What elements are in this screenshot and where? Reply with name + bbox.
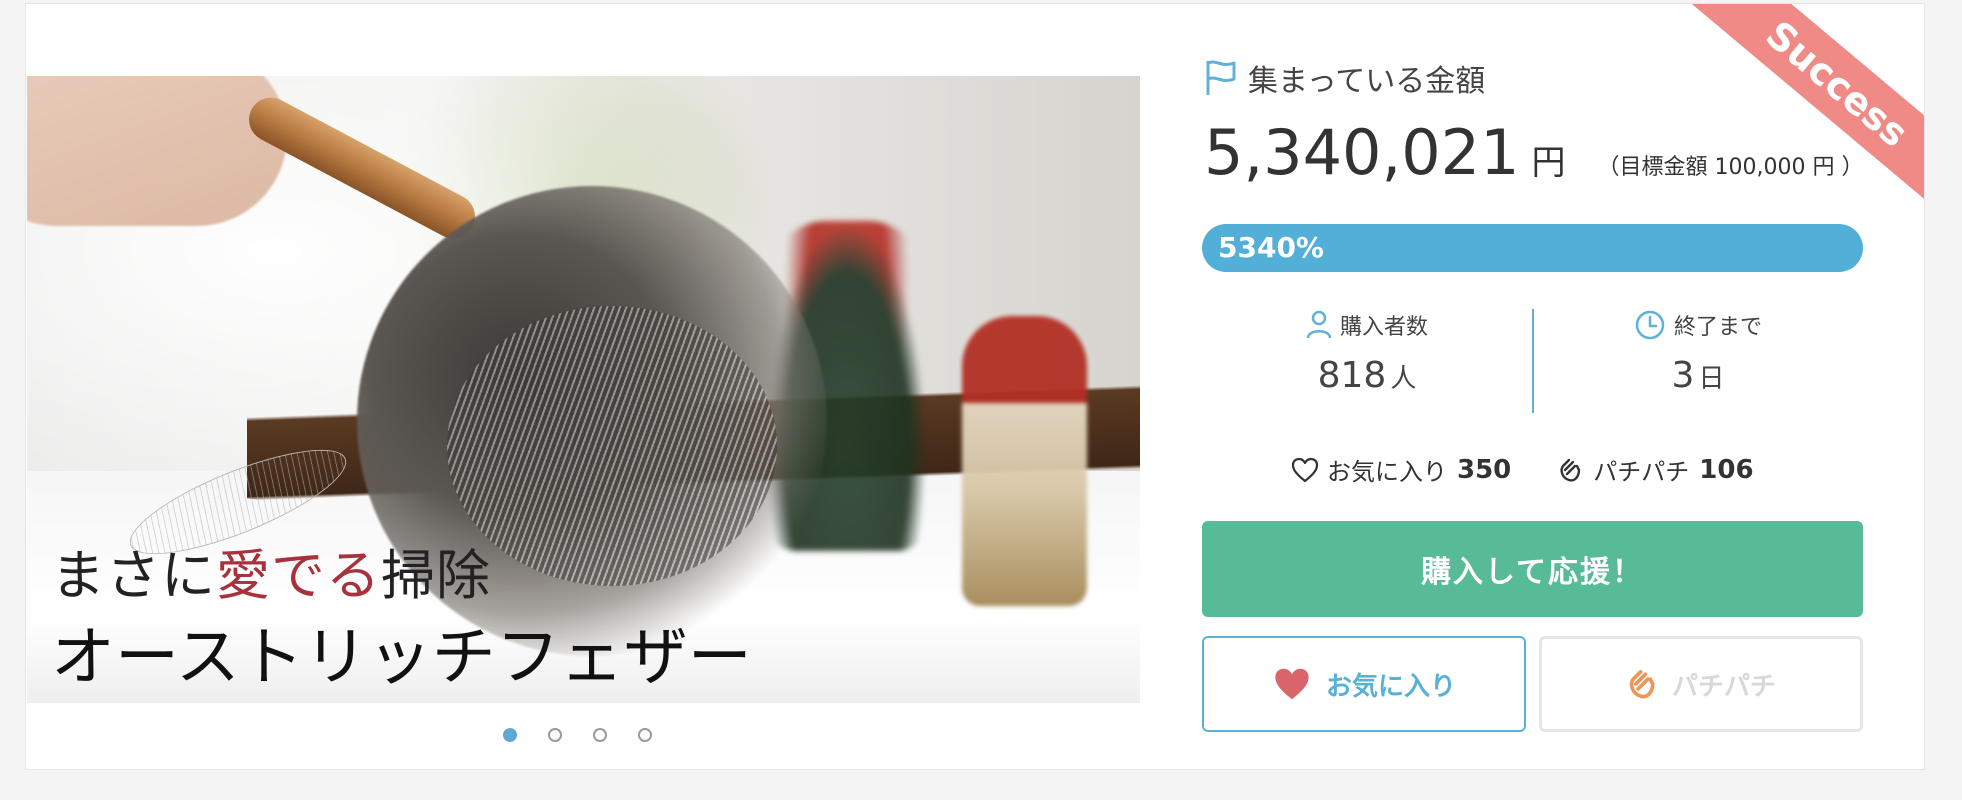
buyers-unit: 人 [1390, 364, 1417, 394]
buyers-value: 818 [1317, 355, 1387, 396]
flag-icon [1206, 60, 1236, 95]
claps-count: パチパチ 106 [1557, 452, 1754, 487]
reaction-counts: お気に入り 350 パチパチ 106 [1291, 452, 1800, 487]
carousel-dot-2[interactable] [548, 728, 562, 742]
stats-panel: 購入者数 818 人 終了まで 3日 [1202, 309, 1863, 417]
person-icon [1306, 310, 1332, 339]
heart-icon [1275, 668, 1309, 700]
hero-caption-line1: まさに愛でる掃除 [51, 544, 491, 607]
funding-amount-row: 5,340,021 円 （目標金額 100,000 円 ） [1204, 116, 1864, 189]
remaining-label: 終了まで [1673, 315, 1762, 340]
heart-outline-icon [1291, 457, 1319, 482]
currency-unit: 円 [1531, 143, 1566, 183]
funding-amount: 5,340,021 [1204, 116, 1520, 189]
buy-support-button[interactable]: 購入して応援！ [1202, 521, 1863, 617]
remaining-stat: 終了まで 3日 [1533, 309, 1863, 396]
progress-percent: 5340% [1218, 231, 1324, 264]
remaining-value: 3 [1671, 355, 1695, 396]
hero-caption-line2: オーストリッチフェザー [51, 621, 752, 695]
project-card: まさに愛でる掃除 オーストリッチフェザー Success 集まっている金額 5,… [25, 3, 1925, 770]
clock-icon [1635, 310, 1665, 340]
favorite-button[interactable]: お気に入り [1202, 636, 1526, 732]
remaining-unit: 日 [1698, 364, 1725, 394]
funding-label: 集まっている金額 [1204, 56, 1485, 100]
funding-progress-bar: 5340% [1202, 224, 1863, 272]
favorites-count: お気に入り 350 [1291, 452, 1511, 487]
goal-amount: （目標金額 100,000 円 ） [1597, 155, 1864, 180]
buyers-stat: 購入者数 818 人 [1202, 309, 1532, 396]
project-hero-image[interactable]: まさに愛でる掃除 オーストリッチフェザー [27, 76, 1140, 703]
clap-hand-icon [1629, 670, 1655, 699]
clap-icon [1560, 458, 1581, 482]
carousel-dot-3[interactable] [593, 728, 607, 742]
buyers-label: 購入者数 [1339, 315, 1428, 340]
clap-button[interactable]: パチパチ [1539, 636, 1863, 732]
carousel-indicators [503, 728, 652, 742]
carousel-dot-4[interactable] [638, 728, 652, 742]
carousel-dot-1[interactable] [503, 728, 517, 742]
